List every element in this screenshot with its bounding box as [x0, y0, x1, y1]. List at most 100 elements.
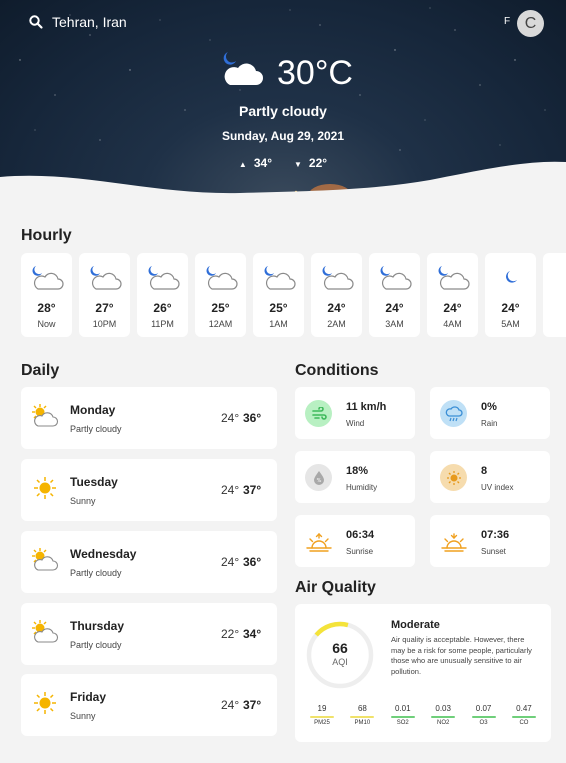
sunset-card: 07:36 Sunset	[430, 515, 550, 567]
avatar[interactable]: C	[517, 10, 544, 37]
pollutant: 68 PM10	[348, 704, 376, 726]
current-temperature: 30°C	[277, 54, 353, 92]
daily-desc: Sunny	[70, 711, 96, 721]
wind-card: 11 km/h Wind	[295, 387, 415, 439]
aqi-level: Moderate	[391, 619, 440, 631]
humidity-card: % 18% Humidity	[295, 451, 415, 503]
rain-value: 0%	[481, 401, 497, 413]
moon-cloud-icon	[262, 263, 296, 293]
daily-low: 24°	[221, 483, 240, 497]
daily-card[interactable]: Wednesday Partly cloudy 24° 36°	[21, 531, 277, 593]
search-icon	[29, 15, 43, 29]
aqi-value: 66	[332, 640, 348, 656]
hourly-temp: 25°	[211, 301, 230, 315]
low-temp: 22°	[308, 156, 328, 170]
pollutant-name: O3	[479, 720, 488, 726]
pollutant-name: CO	[519, 720, 529, 726]
uv-card: 8 UV index	[430, 451, 550, 503]
moon-cloud-icon	[204, 263, 238, 293]
moon-icon	[494, 263, 528, 293]
sun-icon	[30, 690, 60, 716]
high-temp: 34°	[253, 156, 272, 170]
daily-card[interactable]: Monday Partly cloudy 24° 36°	[21, 387, 277, 449]
moon-cloud-icon	[436, 263, 470, 293]
location-text: Tehran, Iran	[52, 14, 127, 30]
sun-cloud-icon	[30, 619, 60, 645]
current-date: Sunday, Aug 29, 2021	[221, 129, 345, 143]
daily-day: Thursday	[70, 619, 125, 633]
hourly-temp: 24°	[443, 301, 462, 315]
daily-desc: Partly cloudy	[70, 640, 122, 650]
svg-text:%: %	[316, 478, 321, 484]
current-condition: Partly cloudy	[239, 103, 327, 119]
high-temp-group: ▲ 34°	[239, 156, 272, 170]
moon-cloud-icon	[320, 263, 354, 293]
daily-high: 37°	[243, 483, 262, 497]
daily-desc: Sunny	[70, 496, 96, 506]
pollutant-bar	[511, 716, 536, 718]
hourly-card: 25° 12AM	[195, 253, 246, 337]
daily-desc: Partly cloudy	[70, 424, 122, 434]
daily-card[interactable]: Tuesday Sunny 24° 37°	[21, 459, 277, 521]
hourly-time: 2AM	[327, 319, 346, 329]
pollutant-name: SO2	[396, 720, 409, 726]
pollutant-list: 19 PM25 68 PM10 0.01 SO2 0.03 NO2 0.07 O3 0.47 CO	[308, 704, 538, 726]
pollutant-value: 0.47	[516, 704, 532, 713]
hero-banner: Tehran, Iran F C 30°C Partly cloudy Sund…	[0, 0, 566, 215]
hourly-list[interactable]: 28° Now 27° 10PM 26° 11PM 25° 12AM 25° 1AM 24° 2AM 2…	[21, 253, 566, 337]
hourly-card: 24° 4AM	[427, 253, 478, 337]
rain-card: 0% Rain	[430, 387, 550, 439]
pollutant: 19 PM25	[308, 704, 336, 726]
hourly-time: 4AM	[443, 319, 462, 329]
hourly-card: 28° Now	[21, 253, 72, 337]
sun-cloud-icon	[30, 547, 60, 573]
humidity-value: 18%	[346, 465, 369, 477]
moon-cloud-icon	[378, 263, 412, 293]
daily-day: Wednesday	[70, 547, 137, 561]
aqi-description: Air quality is acceptable. However, ther…	[391, 635, 532, 676]
hourly-card: 26° 11PM	[137, 253, 188, 337]
daily-card[interactable]: Friday Sunny 24° 37°	[21, 674, 277, 736]
daily-card[interactable]: Thursday Partly cloudy 22° 34°	[21, 603, 277, 665]
hourly-card: 24° 5AM	[485, 253, 536, 337]
pollutant-name: NO2	[437, 720, 450, 726]
unit-toggle[interactable]: F	[504, 16, 510, 27]
daily-day: Tuesday	[70, 475, 118, 489]
aqi-label: AQI	[332, 657, 348, 667]
humidity-label: Humidity	[346, 483, 378, 492]
uv-sun-icon	[440, 464, 467, 491]
daily-low: 24°	[221, 698, 240, 712]
hourly-time: Now	[37, 319, 56, 329]
pollutant-value: 19	[317, 704, 327, 713]
sun-cloud-icon	[30, 403, 60, 429]
conditions-title: Conditions	[295, 362, 379, 379]
moon-cloud-icon	[88, 263, 122, 293]
daily-high: 36°	[243, 411, 262, 425]
hourly-temp: 26°	[153, 301, 172, 315]
hourly-time: 1AM	[269, 319, 288, 329]
location-search[interactable]: Tehran, Iran	[28, 14, 127, 30]
hourly-temp: 24°	[501, 301, 520, 315]
pollutant-value: 0.03	[435, 704, 451, 713]
high-low: ▲ 34° ▼ 22°	[0, 156, 566, 170]
pollutant-value: 0.07	[475, 704, 492, 713]
hourly-time: 12AM	[208, 319, 233, 329]
pollutant: 0.03 NO2	[429, 704, 457, 726]
sunrise-label: Sunrise	[346, 547, 374, 556]
pollutant-bar	[310, 716, 334, 718]
arrow-down-icon: ▼	[294, 160, 302, 169]
sunrise-card: 06:34 Sunrise	[295, 515, 415, 567]
low-temp-group: ▼ 22°	[294, 156, 327, 170]
pollutant: 0.47 CO	[510, 704, 538, 726]
daily-low: 22°	[221, 627, 240, 641]
hourly-time: 11PM	[151, 319, 174, 329]
hourly-temp: 24°	[385, 301, 404, 315]
daily-high: 37°	[243, 698, 262, 712]
daily-day: Friday	[70, 690, 107, 704]
hourly-title: Hourly	[21, 227, 72, 244]
wind-value: 11 km/h	[346, 401, 387, 413]
pollutant-value: 0.01	[394, 704, 411, 713]
sunrise-icon	[305, 528, 332, 555]
pollutant-value: 68	[357, 704, 367, 713]
daily-low: 24°	[221, 411, 240, 425]
